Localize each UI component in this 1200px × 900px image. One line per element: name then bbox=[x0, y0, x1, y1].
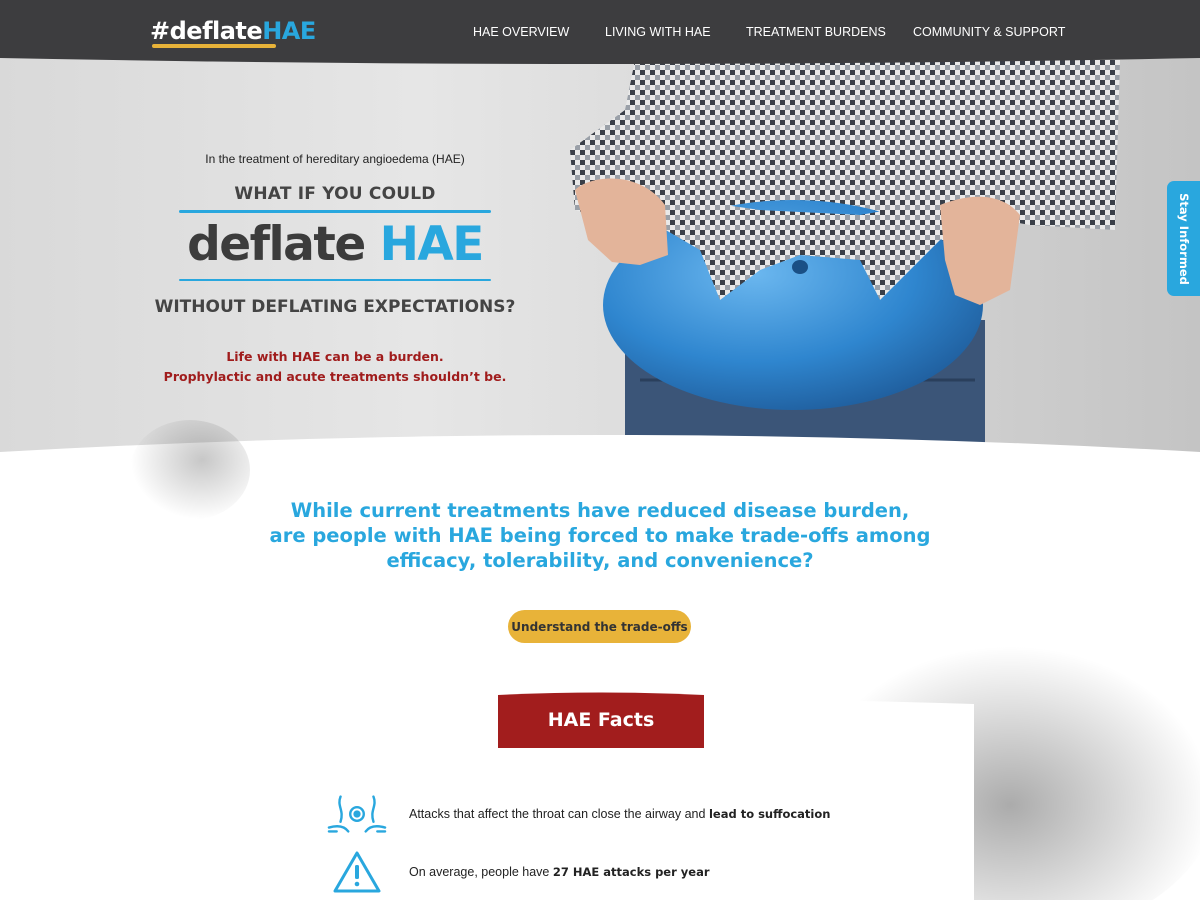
fact-2-text: On average, people have bbox=[409, 865, 553, 879]
hero-question-top: WHAT IF YOU COULD bbox=[234, 184, 436, 204]
logo-underline bbox=[152, 44, 276, 48]
fact-1-bold: lead to suffocation bbox=[708, 807, 831, 821]
logo-hash-text: #deflate bbox=[150, 17, 263, 45]
nav-living-with-hae[interactable]: LIVING WITH HAE bbox=[605, 25, 711, 39]
headline-line-3: efficacy, tolerability, and convenience? bbox=[386, 549, 814, 572]
nav-hae-overview[interactable]: HAE OVERVIEW bbox=[473, 25, 569, 39]
hero-subtext: Life with HAE can be a burden. Prophylac… bbox=[150, 347, 520, 387]
nav-community-support[interactable]: COMMUNITY & SUPPORT bbox=[913, 25, 1065, 39]
understand-tradeoffs-button[interactable]: Understand the trade-offs bbox=[508, 610, 691, 643]
nav-treatment-burdens[interactable]: TREATMENT BURDENS bbox=[746, 25, 886, 39]
hero-question-bottom: WITHOUT DEFLATING EXPECTATIONS? bbox=[154, 297, 516, 317]
hero-subtext-line-1: Life with HAE can be a burden. bbox=[226, 349, 444, 364]
fact-1-text: Attacks that affect the throat can close… bbox=[409, 807, 709, 821]
hae-facts-banner: HAE Facts bbox=[498, 692, 704, 748]
hero-section: In the treatment of hereditary angioedem… bbox=[0, 0, 1200, 470]
stay-informed-tab[interactable]: Stay Informed bbox=[1167, 181, 1200, 296]
hero-rule-bottom bbox=[179, 279, 491, 281]
decorative-shadow-left bbox=[130, 420, 250, 520]
headline-line-2: are people with HAE being forced to make… bbox=[269, 524, 931, 547]
fact-text-1: Attacks that affect the throat can close… bbox=[409, 807, 830, 821]
hero-deflate-hae: deflate HAE bbox=[150, 215, 520, 275]
fact-item: On average, people have 27 HAE attacks p… bbox=[327, 849, 710, 895]
tradeoff-headline: While current treatments have reduced di… bbox=[250, 498, 950, 573]
hero-rule-top bbox=[179, 210, 491, 213]
fact-text-2: On average, people have 27 HAE attacks p… bbox=[409, 865, 710, 879]
logo-hae-text: HAE bbox=[262, 17, 316, 45]
hero-eyebrow: In the treatment of hereditary angioedem… bbox=[205, 152, 465, 166]
stay-informed-label: Stay Informed bbox=[1176, 192, 1191, 285]
hero-deflate-word: deflate bbox=[187, 217, 366, 272]
hae-facts-title: HAE Facts bbox=[547, 709, 655, 731]
throat-swelling-icon bbox=[327, 791, 387, 837]
hero-subtext-line-2: Prophylactic and acute treatments should… bbox=[163, 369, 507, 384]
site-header: #deflateHAE HAE OVERVIEW LIVING WITH HAE… bbox=[0, 0, 1200, 70]
site-logo[interactable]: #deflateHAE bbox=[150, 17, 316, 45]
headline-line-1: While current treatments have reduced di… bbox=[290, 499, 910, 522]
hero-hae-word: HAE bbox=[379, 217, 485, 272]
hero-copy: In the treatment of hereditary angioedem… bbox=[150, 152, 520, 387]
fact-2-bold: 27 HAE attacks per year bbox=[552, 865, 710, 879]
warning-triangle-icon bbox=[327, 849, 387, 895]
fact-item: Attacks that affect the throat can close… bbox=[327, 791, 830, 837]
